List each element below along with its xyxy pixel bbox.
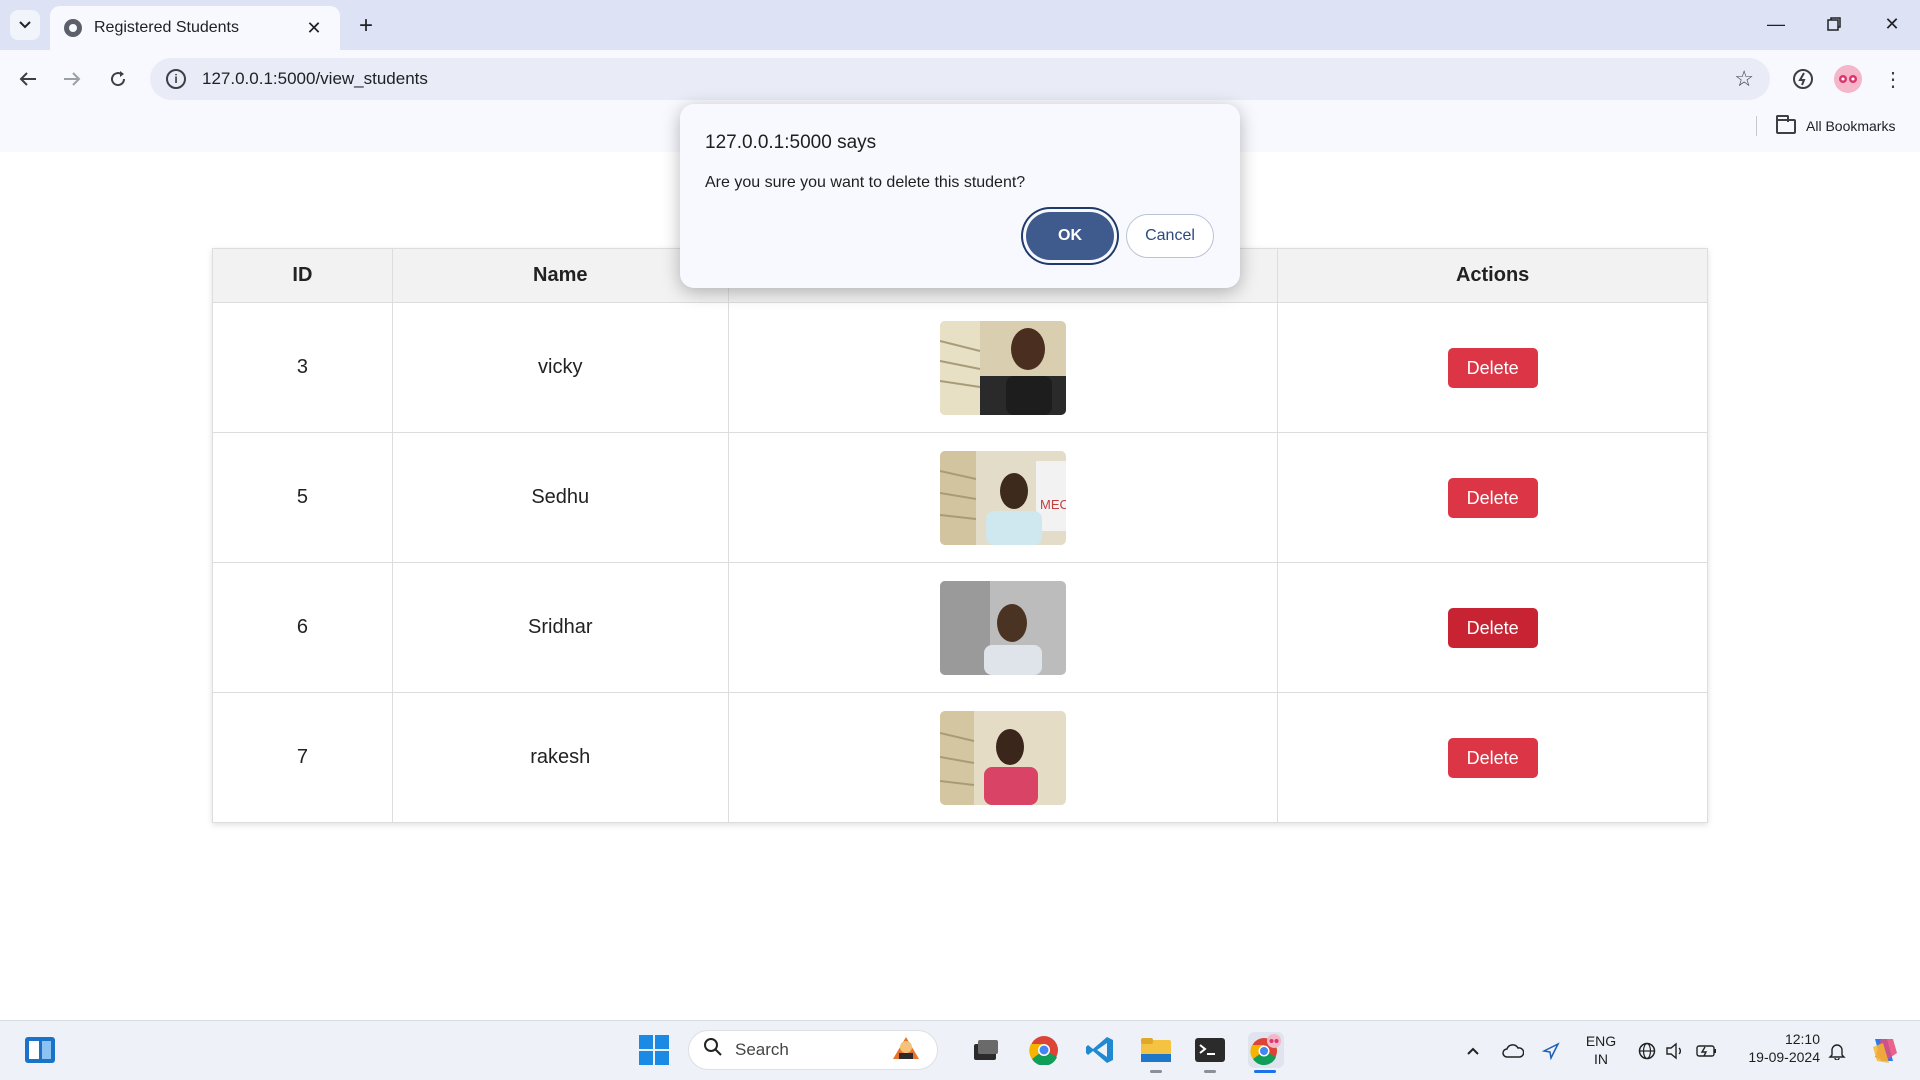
search-label: Search xyxy=(735,1040,789,1059)
actions-cell: Delete xyxy=(1277,302,1708,433)
tab-registered-students[interactable]: Registered Students ✕ xyxy=(50,6,340,50)
taskbar-search[interactable]: Search xyxy=(688,1030,938,1070)
delete-button[interactable]: Delete xyxy=(1447,607,1538,648)
chrome-icon[interactable] xyxy=(1026,1032,1062,1068)
student-photo: MEC xyxy=(939,450,1066,545)
forward-arrow-icon[interactable] xyxy=(56,63,88,95)
language-secondary: IN xyxy=(1594,1051,1608,1067)
back-arrow-icon[interactable] xyxy=(12,63,44,95)
clock-date: 19-09-2024 xyxy=(1748,1049,1820,1065)
explorer-running-indicator xyxy=(1150,1070,1162,1073)
task-view-icon[interactable] xyxy=(968,1032,1004,1068)
chrome-active-indicator xyxy=(1254,1070,1276,1073)
student-photo xyxy=(939,710,1066,805)
new-tab-button[interactable]: + xyxy=(352,12,380,40)
student-photo-cell: MEC xyxy=(727,432,1279,563)
dialog-title: 127.0.0.1:5000 says xyxy=(705,132,877,153)
bookmark-star-icon[interactable]: ☆ xyxy=(1734,66,1754,92)
start-icon[interactable] xyxy=(636,1032,672,1068)
students-table: ID Name Actions 3 vicky Delete 5 Sedhu M… xyxy=(212,248,1708,823)
tab-search-button[interactable] xyxy=(10,10,40,40)
actions-cell: Delete xyxy=(1277,692,1708,823)
search-highlight-icon xyxy=(889,1033,923,1068)
folder-icon xyxy=(1776,114,1796,134)
close-window-icon[interactable]: ✕ xyxy=(1872,8,1912,40)
chevron-up-icon[interactable] xyxy=(1462,1040,1484,1062)
table-row: 7 rakesh Delete xyxy=(212,692,1708,823)
profile-avatar[interactable] xyxy=(1834,65,1862,93)
taskbar xyxy=(0,1020,1920,1080)
student-name: Sedhu xyxy=(391,432,729,563)
actions-cell: Delete xyxy=(1277,432,1708,563)
header-actions: Actions xyxy=(1277,248,1708,303)
widgets-icon[interactable] xyxy=(22,1032,58,1068)
address-bar[interactable]: i 127.0.0.1:5000/view_students ☆ xyxy=(150,58,1770,100)
student-photo-cell xyxy=(727,562,1279,693)
dialog-message: Are you sure you want to delete this stu… xyxy=(705,174,1026,191)
delete-button[interactable]: Delete xyxy=(1447,737,1538,778)
student-photo xyxy=(939,320,1066,415)
location-icon[interactable] xyxy=(1540,1040,1562,1062)
reload-icon[interactable] xyxy=(102,63,134,95)
chrome-profile-icon[interactable] xyxy=(1248,1032,1284,1068)
language-indicator[interactable]: ENG IN xyxy=(1580,1032,1622,1068)
onedrive-sync-icon[interactable] xyxy=(1502,1040,1524,1062)
student-id: 7 xyxy=(212,692,393,823)
language-primary: ENG xyxy=(1585,1033,1617,1049)
extensions-icon[interactable] xyxy=(1788,64,1818,94)
clock-time: 12:10 xyxy=(1784,1031,1820,1047)
bookmarks-separator xyxy=(1756,116,1757,136)
chevron-down-icon xyxy=(19,21,31,29)
student-name: Sridhar xyxy=(391,562,729,693)
student-id: 6 xyxy=(212,562,393,693)
svg-text:MEC: MEC xyxy=(1040,497,1066,512)
vscode-icon[interactable] xyxy=(1082,1032,1118,1068)
clock[interactable]: 12:10 19-09-2024 xyxy=(1730,1030,1820,1066)
network-globe-icon[interactable] xyxy=(1636,1040,1658,1062)
more-options-icon[interactable]: ⋮ xyxy=(1878,64,1908,94)
student-id: 5 xyxy=(212,432,393,563)
copilot-icon[interactable] xyxy=(1868,1034,1900,1066)
delete-button[interactable]: Delete xyxy=(1447,347,1538,388)
student-name: rakesh xyxy=(391,692,729,823)
delete-button[interactable]: Delete xyxy=(1447,477,1538,518)
actions-cell: Delete xyxy=(1277,562,1708,693)
site-info-icon[interactable]: i xyxy=(166,69,186,89)
globe-icon xyxy=(64,19,82,37)
table-row: 5 Sedhu MEC Delete xyxy=(212,432,1708,563)
notification-bell-icon[interactable] xyxy=(1826,1040,1848,1062)
minimize-icon[interactable]: — xyxy=(1756,8,1796,40)
student-photo-cell xyxy=(727,302,1279,433)
student-photo xyxy=(939,580,1066,675)
student-id: 3 xyxy=(212,302,393,433)
search-icon xyxy=(703,1037,723,1063)
url-text: 127.0.0.1:5000/view_students xyxy=(202,69,428,88)
terminal-icon[interactable] xyxy=(1192,1032,1228,1068)
cancel-button[interactable]: Cancel xyxy=(1126,214,1214,258)
all-bookmarks-button[interactable]: All Bookmarks xyxy=(1776,114,1895,138)
restore-icon[interactable] xyxy=(1814,8,1854,40)
close-tab-icon[interactable]: ✕ xyxy=(302,18,326,39)
tab-title: Registered Students xyxy=(94,19,239,36)
header-id: ID xyxy=(212,248,393,303)
student-photo-cell xyxy=(727,692,1279,823)
ok-button[interactable]: OK xyxy=(1026,212,1114,260)
table-row: 3 vicky Delete xyxy=(212,302,1708,433)
volume-icon[interactable] xyxy=(1664,1040,1686,1062)
file-explorer-icon[interactable] xyxy=(1138,1032,1174,1068)
header-name: Name xyxy=(391,248,729,303)
table-row: 6 Sridhar Delete xyxy=(212,562,1708,693)
student-name: vicky xyxy=(391,302,729,433)
terminal-running-indicator xyxy=(1204,1070,1216,1073)
all-bookmarks-label: All Bookmarks xyxy=(1806,118,1896,134)
confirm-dialog: 127.0.0.1:5000 says Are you sure you wan… xyxy=(680,104,1240,288)
battery-icon[interactable] xyxy=(1696,1040,1718,1062)
